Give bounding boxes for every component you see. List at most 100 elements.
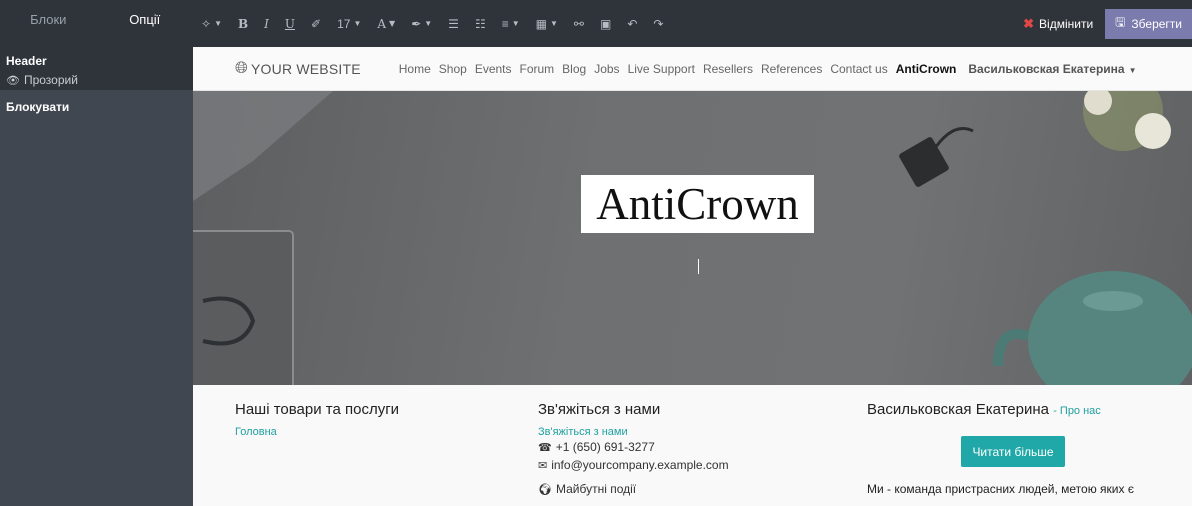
chevron-down-icon: ▼ <box>353 19 362 28</box>
footer-phone: ☎ +1 (650) 691-3277 <box>538 440 729 454</box>
envelope-icon: ✉ <box>538 459 548 472</box>
bullet-list-icon: ☰ <box>448 16 459 31</box>
site-logo[interactable]: 🌐︎ YOUR WEBSITE <box>235 60 361 78</box>
nav-item-events[interactable]: Events <box>475 62 512 76</box>
globe-icon: 🌍︎ <box>538 483 552 496</box>
text-cursor <box>698 259 699 274</box>
teapot-shape <box>1028 271 1192 385</box>
font-color-icon: A <box>377 16 387 31</box>
eraser-button[interactable]: ✐ <box>303 0 329 47</box>
magic-wand-dropdown[interactable]: ✧ ▼ <box>193 0 230 47</box>
footer-email[interactable]: ✉ info@yourcompany.example.com <box>538 458 729 472</box>
footer-about-name: Васильковская Екатерина <box>867 401 1049 418</box>
user-menu[interactable]: Васильковская Екатерина ▼ <box>968 62 1136 76</box>
align-icon: ≡ <box>501 16 509 31</box>
numbered-list-button[interactable]: ☷ <box>467 0 494 47</box>
floppy-disk-icon: 🖫 <box>1115 15 1126 29</box>
nav-item-jobs[interactable]: Jobs <box>594 62 619 76</box>
align-dropdown[interactable]: ≡ ▼ <box>494 0 528 47</box>
footer-column-about: Васильковская Екатерина - Про нас <box>867 401 1101 426</box>
hero-illustration <box>193 91 1192 385</box>
nav-item-blog[interactable]: Blog <box>562 62 586 76</box>
phone-icon: ☎ <box>538 441 552 454</box>
font-size-value: 17 <box>337 16 351 31</box>
nav-item-resellers[interactable]: Resellers <box>703 62 753 76</box>
section-title-lock[interactable]: Блокувати <box>0 90 193 116</box>
footer-email-text: info@yourcompany.example.com <box>551 458 729 472</box>
save-label: Зберегти <box>1131 16 1182 31</box>
underline-button[interactable]: U <box>277 0 303 47</box>
undo-icon: ↶ <box>627 16 638 31</box>
brush-icon: ✒ <box>411 16 422 31</box>
sidebar-tabs: Блоки Опції <box>0 0 193 38</box>
footer-link-home[interactable]: Головна <box>235 426 399 438</box>
tab-options[interactable]: Опції <box>96 0 193 38</box>
footer-link-about[interactable]: Про нас <box>1060 405 1101 417</box>
nav-item-shop[interactable]: Shop <box>439 62 467 76</box>
eye-slash-icon: 👁 <box>6 74 20 87</box>
chevron-down-icon: ▼ <box>1128 65 1137 75</box>
italic-icon: I <box>264 16 269 31</box>
chevron-down-icon: ▼ <box>511 19 520 28</box>
footer-contact-title: Зв'яжіться з нами <box>538 401 661 418</box>
image-button[interactable]: ▣ <box>592 0 619 47</box>
tab-blocks[interactable]: Блоки <box>0 0 97 38</box>
footer-about-text: Ми - команда пристрасних людей, метою як… <box>867 482 1134 496</box>
nav-item-home[interactable]: Home <box>399 62 431 76</box>
discard-label: Відмінити <box>1039 16 1094 31</box>
redo-button[interactable]: ↷ <box>645 0 671 47</box>
footer-column-contact: Зв'яжіться з нами Зв'яжіться з нами ☎ +1… <box>538 401 729 500</box>
font-color-dropdown[interactable]: A ▼ <box>369 0 403 47</box>
table-dropdown[interactable]: ▦ ▼ <box>528 0 566 47</box>
footer-products-title: Наші товари та послуги <box>235 401 400 418</box>
highlight-dropdown[interactable]: ✒ ▼ <box>403 0 440 47</box>
hero-banner: AntiCrown <box>193 91 1192 385</box>
section-title-header: Header <box>0 38 193 70</box>
footer-link-contact[interactable]: Зв'яжіться з нами <box>538 426 729 438</box>
redo-icon: ↷ <box>653 16 664 31</box>
flower-shape <box>1135 113 1171 149</box>
site-navbar: 🌐︎ YOUR WEBSITE Home Shop Events Forum B… <box>193 47 1192 91</box>
paper-shape <box>193 91 333 201</box>
nav-item-anticrown[interactable]: AntiCrown <box>896 62 957 76</box>
underline-icon: U <box>284 16 296 31</box>
magic-wand-icon: ✧ <box>201 16 212 31</box>
hero-title: AntiCrown <box>596 179 799 229</box>
editor-sidebar: Блоки Опції Header 👁 Прозорий Блокувати <box>0 0 193 506</box>
chevron-down-icon: ▼ <box>424 19 433 28</box>
link-icon: ⚯ <box>573 16 584 31</box>
chevron-down-icon: ▼ <box>214 19 222 28</box>
hero-title-box[interactable]: AntiCrown <box>581 175 814 233</box>
option-transparent-label: Прозорий <box>23 73 78 87</box>
bullet-list-button[interactable]: ☰ <box>440 0 467 47</box>
italic-button[interactable]: I <box>256 0 277 47</box>
read-more-button[interactable]: Читати більше <box>961 436 1065 467</box>
nav-item-forum[interactable]: Forum <box>520 62 555 76</box>
nav-item-references[interactable]: References <box>761 62 822 76</box>
nav-item-contact-us[interactable]: Contact us <box>830 62 887 76</box>
image-icon: ▣ <box>599 16 612 31</box>
chevron-down-icon: ▼ <box>549 19 558 28</box>
footer-phone-text: +1 (650) 691-3277 <box>555 440 655 454</box>
binder-clip-shape <box>899 137 949 187</box>
undo-button[interactable]: ↶ <box>619 0 645 47</box>
save-button[interactable]: 🖫 Зберегти <box>1105 8 1192 39</box>
bold-button[interactable]: B <box>230 0 256 47</box>
teapot-spout-shape <box>993 329 1030 367</box>
footer-events[interactable]: 🌍︎ Майбутні події <box>538 482 729 496</box>
user-name: Васильковская Екатерина <box>968 61 1125 76</box>
numbered-list-icon: ☷ <box>474 16 486 31</box>
discard-button[interactable]: ✖ Відмінити <box>1011 9 1105 39</box>
editor-toolbar: ✧ ▼ B I U ✐ 17 ▼ A ▼ ✒ ▼ ☰ ☷ ≡ ▼ ▦ ▼ ⚯ ▣ ↶ ↷ ✖… <box>193 0 1192 47</box>
bold-icon: B <box>237 16 249 31</box>
nav-item-live-support[interactable]: Live Support <box>628 62 695 76</box>
option-transparent[interactable]: 👁 Прозорий <box>0 70 193 90</box>
nav-menu: Home Shop Events Forum Blog Jobs Live Su… <box>399 62 965 76</box>
footer-events-text: Майбутні події <box>555 482 637 496</box>
globe-icon: 🌐︎ <box>235 59 249 77</box>
font-size-dropdown[interactable]: 17 ▼ <box>329 0 369 47</box>
site-footer: Наші товари та послуги Головна Зв'яжітьс… <box>193 385 1192 506</box>
table-icon: ▦ <box>535 16 547 31</box>
close-icon: ✖ <box>1023 15 1035 31</box>
link-button[interactable]: ⚯ <box>566 0 592 47</box>
